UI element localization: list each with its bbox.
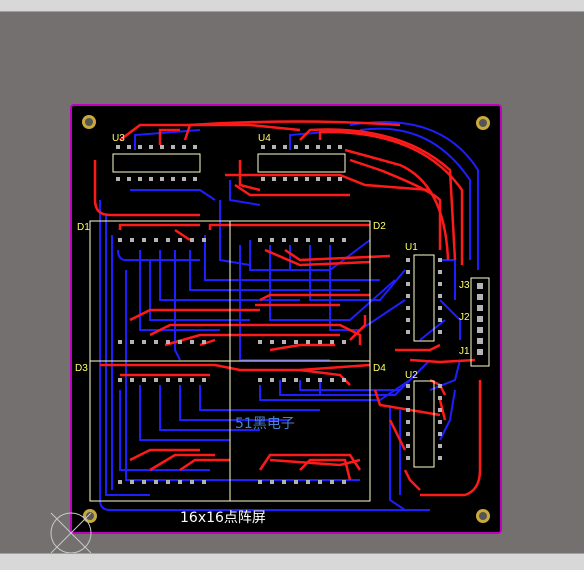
center-brand-label: 51黑电子 <box>235 416 295 432</box>
label-j2: J2 <box>459 312 470 323</box>
label-j1: J1 <box>459 346 470 357</box>
label-d4: D4 <box>373 363 386 374</box>
label-d3: D3 <box>75 363 88 374</box>
bottom-status-strip <box>0 553 584 570</box>
label-u4: U4 <box>258 133 271 144</box>
label-d1: D1 <box>77 222 90 233</box>
label-j3: J3 <box>459 280 470 291</box>
label-u1: U1 <box>405 242 418 253</box>
label-d2: D2 <box>373 221 386 232</box>
board-title-label: 16x16点阵屏 <box>180 510 266 526</box>
label-u3: U3 <box>112 133 125 144</box>
pcb-layout-view[interactable]: U3 U4 D1 D2 D3 D4 U1 U2 J3 J2 J1 51黑电子 1… <box>0 0 584 569</box>
label-u2: U2 <box>405 370 418 381</box>
